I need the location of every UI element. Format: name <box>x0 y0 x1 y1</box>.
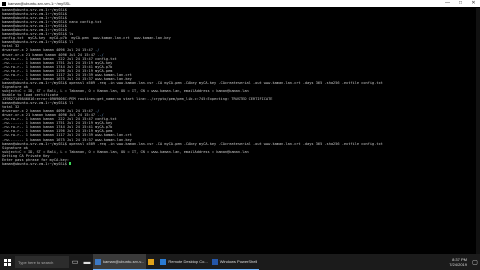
taskbar-app-label: kaman@ubuntu-srv-v... <box>103 259 145 264</box>
clock-date: 7/24/2019 <box>449 262 467 267</box>
task-view-icon[interactable]: ▭ <box>69 254 81 270</box>
app-icon <box>160 258 167 265</box>
taskbar-app-label: Windows PowerShell <box>219 259 258 264</box>
start-button[interactable] <box>0 254 14 270</box>
minimize-button[interactable]: — <box>441 0 454 7</box>
taskbar-app-label: Remote Desktop Co... <box>168 259 208 264</box>
app-icon <box>211 258 218 265</box>
close-button[interactable]: ✕ <box>467 0 480 7</box>
taskbar-app[interactable]: kaman@ubuntu-srv-v... <box>93 254 147 270</box>
terminal-scrollbar[interactable] <box>476 8 480 254</box>
notification-icon[interactable]: ▢ <box>470 259 480 266</box>
window-title: kaman@ubuntu-srv-vm-1:~/mySSL <box>8 1 71 6</box>
taskbar-app[interactable] <box>146 254 159 270</box>
file-explorer-icon[interactable]: ▬ <box>81 254 93 270</box>
shell-command: ll <box>66 101 74 106</box>
app-icon <box>148 258 155 265</box>
app-icon <box>95 258 101 265</box>
search-placeholder: Type here to search <box>18 259 54 265</box>
terminal-line: kaman@ubuntu-srv-vm-1:~/mySSL$ <box>2 162 478 166</box>
taskbar-app[interactable]: Windows PowerShell <box>209 254 260 270</box>
system-tray: 8:37 PM 7/24/2019 ▢ <box>446 254 480 270</box>
clock[interactable]: 8:37 PM 7/24/2019 <box>449 257 467 267</box>
taskbar-search[interactable]: Type here to search <box>15 256 69 268</box>
windows-start-icon <box>3 258 11 266</box>
shell-prompt: kaman@ubuntu-srv-vm-1:~/mySSL$ <box>2 161 67 166</box>
shell-command: openssl x509 -req -in www.kaman.lan.csr … <box>66 141 383 146</box>
terminal-output[interactable]: kaman@ubuntu-srv-vm-1:~/mySSL$ kaman@ubun… <box>0 8 478 254</box>
taskbar: Type here to search ▭ ▬ kaman@ubuntu-srv… <box>0 254 480 270</box>
shell-command: openssl x509 -req -in www.kaman.lan.csr … <box>66 80 383 85</box>
window-titlebar[interactable]: kaman@ubuntu-srv-vm-1:~/mySSL — □ ✕ <box>0 0 480 7</box>
maximize-button[interactable]: □ <box>454 0 467 7</box>
shell-command: nano config.txt <box>66 20 102 25</box>
shell-command: ll <box>66 40 74 45</box>
taskbar-apps: kaman@ubuntu-srv-v... Remote Desktop Co..… <box>93 254 260 270</box>
taskbar-app[interactable]: Remote Desktop Co... <box>158 254 210 270</box>
text-cursor <box>69 162 72 166</box>
terminal-icon <box>2 1 6 6</box>
window-controls: — □ ✕ <box>441 0 480 7</box>
